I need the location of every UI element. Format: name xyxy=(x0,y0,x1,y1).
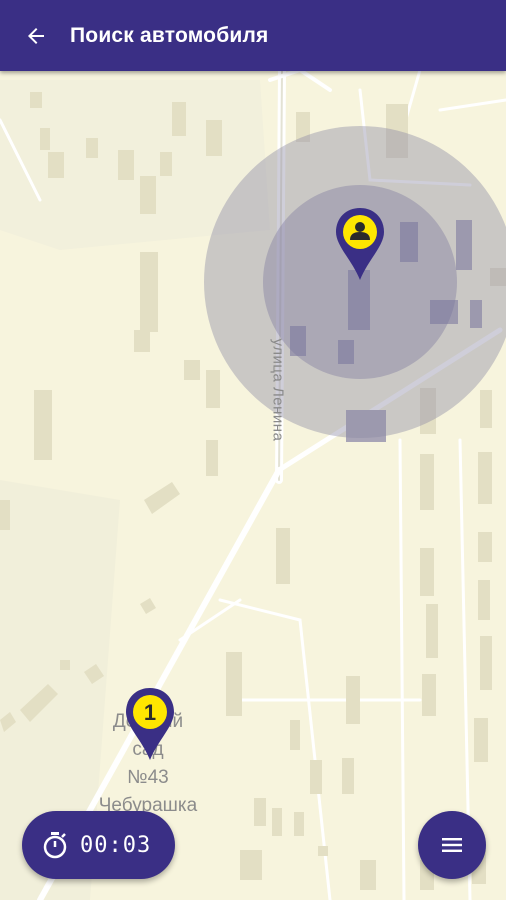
street-label: улица Ленина xyxy=(269,338,287,442)
map-view[interactable] xyxy=(0,0,506,900)
arrow-left-icon xyxy=(28,27,44,44)
car-location-marker[interactable]: 1 xyxy=(124,686,176,762)
timer-value: 00:03 xyxy=(80,832,152,858)
stopwatch-icon xyxy=(42,831,70,859)
timer-button[interactable]: 00:03 xyxy=(22,811,175,879)
back-button[interactable] xyxy=(22,22,50,50)
menu-button[interactable] xyxy=(418,811,486,879)
user-location-marker[interactable] xyxy=(334,206,386,282)
page-title: Поиск автомобиля xyxy=(70,23,269,47)
car-marker-number: 1 xyxy=(144,700,156,725)
app-bar: Поиск автомобиля xyxy=(0,0,506,71)
menu-icon xyxy=(442,838,462,852)
poi-label-line: №43 xyxy=(127,767,169,788)
